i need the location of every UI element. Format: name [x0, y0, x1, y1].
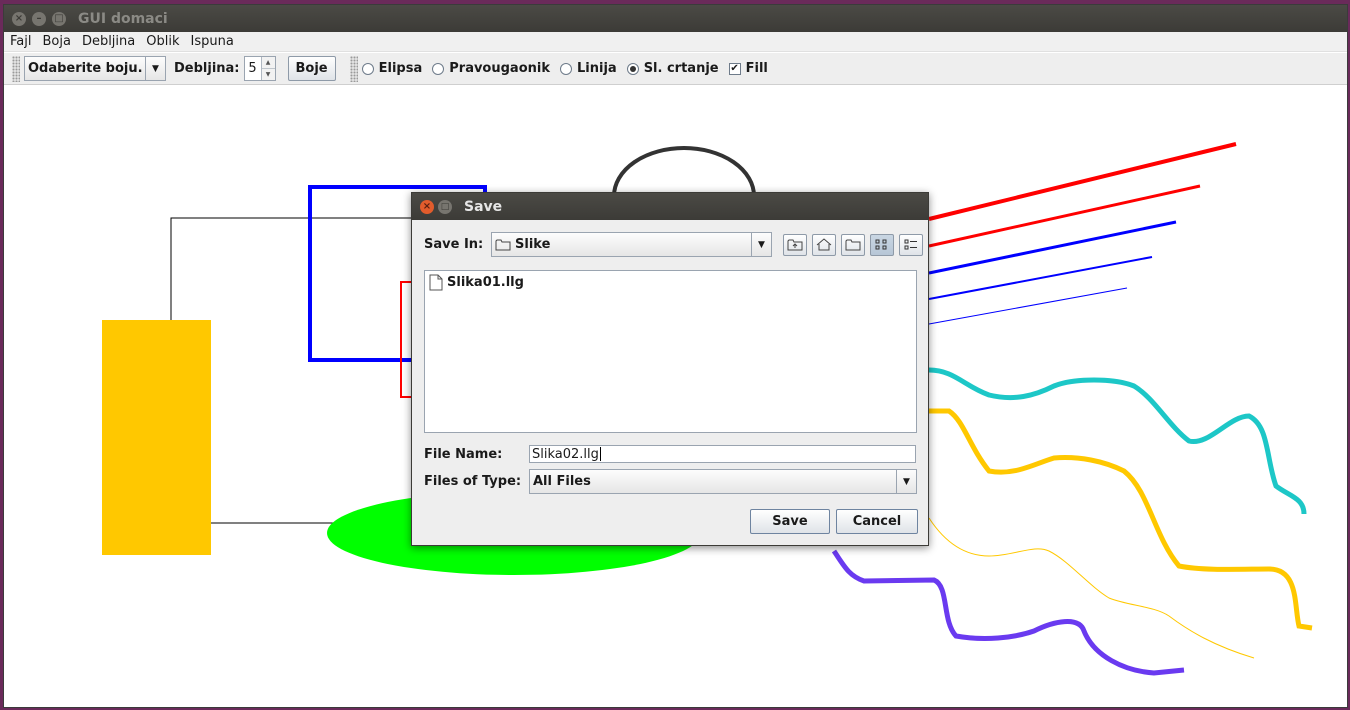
radio-linija[interactable]: Linija	[560, 61, 617, 76]
files-of-type-value: All Files	[533, 474, 591, 489]
list-item[interactable]: Slika01.llg	[425, 271, 916, 294]
save-in-row: Save In: Slike ▼	[424, 232, 923, 257]
cyan-freehand	[928, 367, 1307, 515]
window-title: GUI domaci	[78, 10, 168, 27]
blue-line	[928, 256, 1153, 300]
file-name-label: File Name:	[424, 446, 503, 462]
toolbar: Odaberite boju. ▼ Debljina: 5 ▲ ▼ Boje E…	[4, 53, 1347, 85]
dialog-buttons: Save Cancel	[750, 509, 918, 534]
up-folder-icon	[787, 239, 803, 250]
shape-radio-group: Elipsa Pravougaonik Linija Sl. crtanje ✔…	[361, 61, 768, 76]
list-view-icon	[875, 239, 887, 249]
file-name-input-value: Slika02.llg	[532, 446, 599, 462]
fill-label: Fill	[745, 61, 768, 76]
files-of-type-row: Files of Type: All Files ▼	[424, 469, 917, 494]
radio-icon[interactable]	[560, 62, 572, 75]
folder-icon	[495, 239, 511, 251]
dark-ellipse	[612, 146, 756, 197]
colors-button[interactable]: Boje	[287, 56, 336, 81]
menu-boja[interactable]: Boja	[40, 34, 77, 49]
menu-oblik[interactable]: Oblik	[144, 34, 186, 49]
maximize-icon[interactable]: □	[52, 11, 66, 26]
list-view-button[interactable]	[870, 233, 894, 256]
details-view-icon	[904, 239, 917, 249]
radio-elipsa-label: Elipsa	[378, 61, 423, 76]
radio-linija-label: Linija	[577, 61, 617, 76]
files-of-type-label: Files of Type:	[424, 474, 522, 489]
dialog-title: Save	[464, 198, 503, 215]
details-view-button[interactable]	[899, 233, 923, 256]
minimize-icon[interactable]: –	[32, 11, 46, 26]
new-folder-button[interactable]	[841, 233, 865, 256]
red-line	[928, 184, 1201, 248]
file-name-row: File Name: Slika02.llg	[424, 445, 916, 463]
radio-icon[interactable]	[432, 62, 445, 75]
file-name: Slika01.llg	[447, 275, 524, 290]
file-list[interactable]: Slika01.llg	[424, 270, 917, 433]
radio-checked-icon[interactable]	[626, 62, 639, 75]
red-line	[928, 142, 1237, 221]
spinner-up-icon[interactable]: ▲	[261, 57, 275, 68]
blue-line	[928, 220, 1177, 275]
cancel-button[interactable]: Cancel	[836, 509, 918, 534]
menu-bar: Fajl Boja Debljina Oblik Ispuna	[4, 32, 1347, 52]
yellow-freehand	[929, 408, 1313, 631]
spinner-down-icon[interactable]: ▼	[261, 68, 275, 80]
radio-icon[interactable]	[361, 62, 374, 75]
close-icon[interactable]: ×	[12, 11, 26, 26]
menu-ispuna[interactable]: Ispuna	[189, 34, 241, 49]
save-in-value: Slike	[515, 237, 551, 252]
close-icon[interactable]: ×	[420, 199, 434, 214]
dialog-title-bar: × □ Save	[412, 193, 928, 220]
thickness-spinner[interactable]: 5 ▲ ▼	[243, 56, 276, 81]
files-of-type-combo[interactable]: All Files ▼	[529, 469, 917, 494]
black-line	[170, 217, 424, 322]
save-dialog: × □ Save Save In: Slike ▼ Slika01.llg Fi…	[411, 192, 929, 546]
checkbox-checked-icon[interactable]: ✔	[728, 62, 741, 75]
fill-checkbox[interactable]: ✔ Fill	[728, 61, 768, 76]
radio-elipsa[interactable]: Elipsa	[361, 61, 423, 76]
menu-fajl[interactable]: Fajl	[8, 34, 38, 49]
title-bar: × – □ GUI domaci	[4, 5, 1347, 32]
save-in-combo[interactable]: Slike ▼	[491, 232, 772, 257]
file-name-input[interactable]: Slika02.llg	[529, 445, 916, 463]
thickness-label: Debljina:	[174, 61, 240, 76]
new-folder-icon	[845, 239, 861, 250]
maximize-icon[interactable]: □	[438, 199, 452, 214]
menu-debljina[interactable]: Debljina	[80, 34, 142, 49]
home-icon	[816, 238, 832, 251]
save-button[interactable]: Save	[750, 509, 830, 534]
thickness-value[interactable]: 5	[245, 57, 261, 80]
color-combo-value: Odaberite boju.	[28, 61, 143, 76]
radio-pravougaonik[interactable]: Pravougaonik	[432, 61, 550, 76]
radio-pravougaonik-label: Pravougaonik	[449, 61, 550, 76]
file-icon	[429, 274, 443, 291]
save-in-label: Save In:	[424, 237, 484, 252]
chevron-down-icon[interactable]: ▼	[896, 470, 916, 493]
up-folder-button[interactable]	[783, 233, 807, 256]
toolbar-grip[interactable]	[12, 55, 20, 82]
chevron-down-icon[interactable]: ▼	[145, 57, 165, 80]
color-combo[interactable]: Odaberite boju. ▼	[24, 56, 166, 81]
purple-freehand	[831, 549, 1185, 676]
chevron-down-icon[interactable]: ▼	[751, 233, 771, 256]
radio-sl-crtanje[interactable]: Sl. crtanje	[626, 61, 719, 76]
home-button[interactable]	[812, 233, 836, 256]
yellow-rectangle	[102, 320, 211, 555]
toolbar-grip-2[interactable]	[349, 55, 358, 82]
radio-sl-crtanje-label: Sl. crtanje	[643, 61, 719, 76]
